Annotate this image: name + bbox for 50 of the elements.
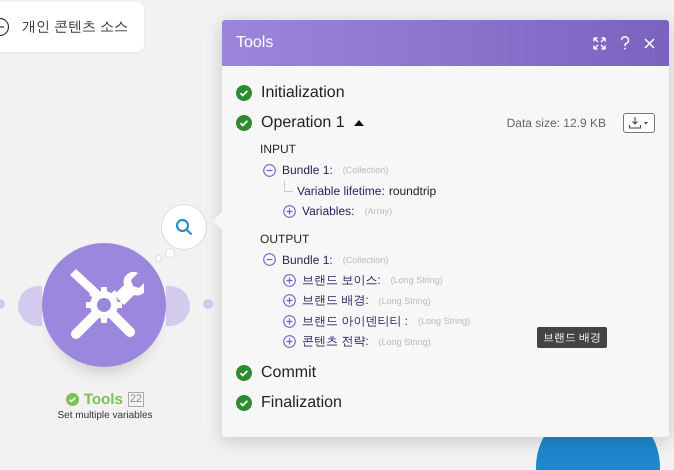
type-hint: (Long String) <box>390 275 443 286</box>
panel-title: Tools <box>236 34 274 52</box>
tree-item-label[interactable]: 브랜드 아이덴티티 : <box>302 312 408 330</box>
type-hint: (Long String) <box>378 336 431 347</box>
connector-handle[interactable] <box>166 286 190 326</box>
download-button[interactable] <box>623 113 655 133</box>
connector-handle[interactable] <box>18 286 42 326</box>
expand-icon[interactable] <box>283 204 296 218</box>
bubble-dot <box>155 255 162 262</box>
inspect-bubble[interactable] <box>161 204 207 250</box>
fullscreen-icon[interactable] <box>593 36 606 50</box>
expand-icon[interactable] <box>283 294 296 308</box>
expand-icon[interactable] <box>283 274 296 287</box>
bubble-dot <box>165 248 175 258</box>
step-label: Initialization <box>261 84 345 102</box>
tree-item-label[interactable]: Variables: <box>302 204 354 218</box>
type-hint: (Array) <box>364 206 392 216</box>
close-icon[interactable] <box>644 38 655 48</box>
tree-item-label[interactable]: Bundle 1: <box>282 252 333 267</box>
tree-connector-line <box>284 180 293 192</box>
step-label: Commit <box>261 364 316 382</box>
source-card-label: 개인 콘텐츠 소스 <box>22 18 128 36</box>
download-icon <box>628 116 650 130</box>
step-label[interactable]: Operation 1 <box>261 114 345 132</box>
step-label: Finalization <box>261 394 342 412</box>
expand-icon[interactable] <box>283 314 296 328</box>
help-icon[interactable] <box>620 36 630 50</box>
tree-item-label[interactable]: 브랜드 배경: <box>302 292 369 310</box>
tree-item-label[interactable]: Bundle 1: <box>282 163 333 178</box>
module-name: Tools <box>84 391 123 408</box>
tree-item-label[interactable]: 브랜드 보이스: <box>302 272 381 289</box>
search-icon <box>175 218 193 236</box>
module-subtitle: Set multiple variables <box>57 410 153 421</box>
field-value: roundtrip <box>388 184 436 198</box>
section-heading: INPUT <box>260 141 297 158</box>
tooltip: 브랜드 배경 <box>537 327 608 348</box>
field-name: Variable lifetime: <box>297 184 385 198</box>
type-hint: (Long String) <box>378 296 431 306</box>
operation-count: 22 <box>128 392 144 407</box>
caret-icon[interactable] <box>354 120 364 126</box>
type-hint: (Collection) <box>342 254 388 265</box>
type-hint: (Long String) <box>418 316 470 326</box>
connection-dot <box>203 299 213 309</box>
section-heading: OUTPUT <box>260 230 310 248</box>
type-hint: (Collection) <box>342 165 388 176</box>
module-node[interactable] <box>536 437 660 470</box>
data-size-label: Data size: 12.9 KB <box>506 116 606 130</box>
source-card[interactable]: 개인 콘텐츠 소스 <box>0 2 144 52</box>
tree-item-label[interactable]: 콘텐츠 전략: <box>302 333 369 350</box>
expand-icon[interactable] <box>283 335 296 348</box>
